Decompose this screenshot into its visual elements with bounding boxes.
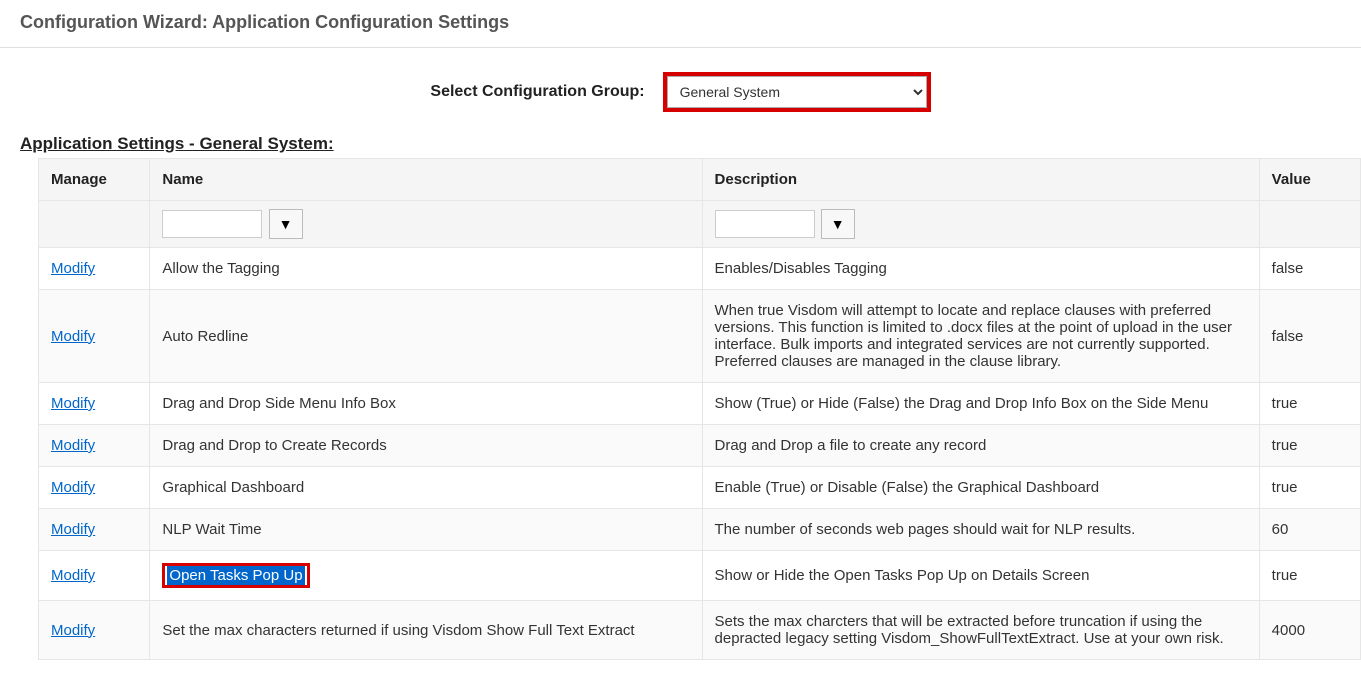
cell-name: Drag and Drop to Create Records (150, 425, 702, 467)
cell-manage: Modify (39, 467, 150, 509)
cell-description: Sets the max charcters that will be extr… (702, 601, 1259, 660)
cell-manage: Modify (39, 248, 150, 290)
cell-manage: Modify (39, 551, 150, 601)
cell-description: Enable (True) or Disable (False) the Gra… (702, 467, 1259, 509)
section-title: Application Settings - General System: (0, 134, 1361, 158)
modify-link[interactable]: Modify (51, 479, 95, 496)
cell-description: Show (True) or Hide (False) the Drag and… (702, 383, 1259, 425)
filter-button-description[interactable]: ▼ (821, 209, 855, 239)
cell-description: Show or Hide the Open Tasks Pop Up on De… (702, 551, 1259, 601)
highlight-box: Open Tasks Pop Up (162, 563, 309, 588)
table-row: Modify Set the max characters returned if… (39, 601, 1361, 660)
table-row: Modify Drag and Drop to Create RecordsDra… (39, 425, 1361, 467)
config-group-selector-row: Select Configuration Group: General Syst… (0, 48, 1361, 134)
cell-value: false (1259, 290, 1360, 383)
modify-link[interactable]: Modify (51, 521, 95, 538)
cell-value: true (1259, 425, 1360, 467)
cell-value: true (1259, 467, 1360, 509)
config-group-label: Select Configuration Group: (430, 83, 644, 101)
page-title: Configuration Wizard: Application Config… (20, 12, 1341, 33)
col-header-name[interactable]: Name (150, 159, 702, 201)
cell-description: The number of seconds web pages should w… (702, 509, 1259, 551)
table-row: Modify Graphical DashboardEnable (True) o… (39, 467, 1361, 509)
cell-name: Allow the Tagging (150, 248, 702, 290)
filter-cell-description: ▼ (702, 201, 1259, 248)
settings-table: Manage Name Description Value ▼ ▼ Modify… (38, 158, 1361, 660)
modify-link[interactable]: Modify (51, 437, 95, 454)
filter-icon: ▼ (831, 216, 845, 232)
cell-manage: Modify (39, 290, 150, 383)
cell-value: false (1259, 248, 1360, 290)
page-header: Configuration Wizard: Application Config… (0, 0, 1361, 48)
cell-description: Drag and Drop a file to create any recor… (702, 425, 1259, 467)
cell-value: true (1259, 551, 1360, 601)
cell-value: 60 (1259, 509, 1360, 551)
filter-cell-value (1259, 201, 1360, 248)
col-header-value[interactable]: Value (1259, 159, 1360, 201)
col-header-description[interactable]: Description (702, 159, 1259, 201)
table-row: Modify Drag and Drop Side Menu Info BoxSh… (39, 383, 1361, 425)
table-row: Modify Auto RedlineWhen true Visdom will … (39, 290, 1361, 383)
modify-link[interactable]: Modify (51, 395, 95, 412)
modify-link[interactable]: Modify (51, 567, 95, 584)
table-filter-row: ▼ ▼ (39, 201, 1361, 248)
filter-cell-name: ▼ (150, 201, 702, 248)
cell-value: true (1259, 383, 1360, 425)
config-group-highlight: General System (663, 72, 931, 112)
cell-name: Drag and Drop Side Menu Info Box (150, 383, 702, 425)
highlighted-name-text: Open Tasks Pop Up (167, 566, 304, 585)
filter-cell-manage (39, 201, 150, 248)
modify-link[interactable]: Modify (51, 328, 95, 345)
cell-name: Auto Redline (150, 290, 702, 383)
col-header-manage[interactable]: Manage (39, 159, 150, 201)
cell-manage: Modify (39, 383, 150, 425)
cell-name: Open Tasks Pop Up (150, 551, 702, 601)
cell-name: Set the max characters returned if using… (150, 601, 702, 660)
filter-icon: ▼ (279, 216, 293, 232)
config-group-select[interactable]: General System (667, 76, 927, 108)
table-row: Modify Allow the TaggingEnables/Disables … (39, 248, 1361, 290)
table-row: Modify Open Tasks Pop Up Show or Hide the … (39, 551, 1361, 601)
filter-input-name[interactable] (162, 210, 262, 238)
cell-manage: Modify (39, 509, 150, 551)
cell-name: Graphical Dashboard (150, 467, 702, 509)
table-header-row: Manage Name Description Value (39, 159, 1361, 201)
filter-button-name[interactable]: ▼ (269, 209, 303, 239)
cell-name: NLP Wait Time (150, 509, 702, 551)
cell-value: 4000 (1259, 601, 1360, 660)
modify-link[interactable]: Modify (51, 260, 95, 277)
cell-description: Enables/Disables Tagging (702, 248, 1259, 290)
filter-input-description[interactable] (715, 210, 815, 238)
cell-manage: Modify (39, 601, 150, 660)
modify-link[interactable]: Modify (51, 622, 95, 639)
table-row: Modify NLP Wait TimeThe number of seconds… (39, 509, 1361, 551)
cell-description: When true Visdom will attempt to locate … (702, 290, 1259, 383)
cell-manage: Modify (39, 425, 150, 467)
